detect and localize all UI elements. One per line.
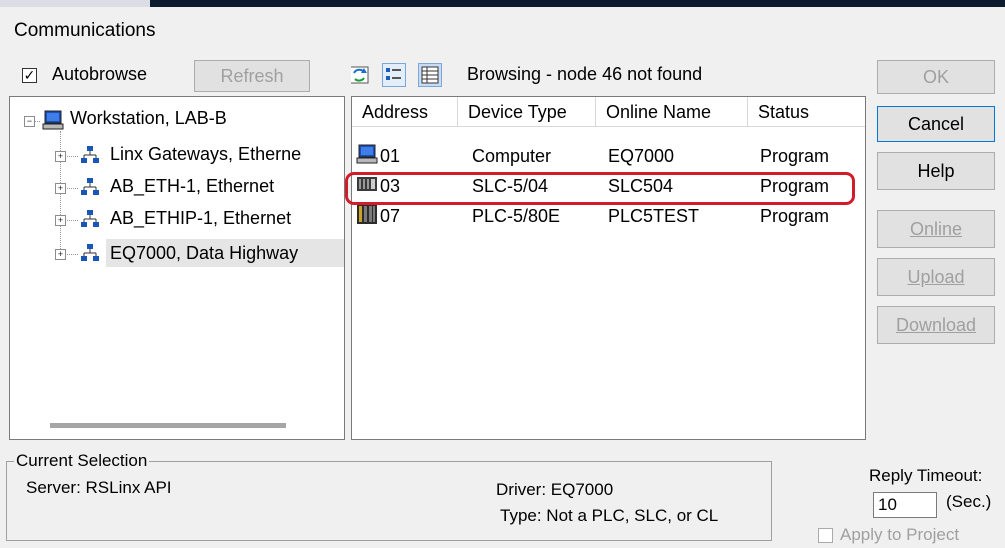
cell-status: Program [760,206,830,226]
tree-expand-toggle[interactable]: + [55,151,66,162]
window-top-edge-light [0,0,150,7]
column-header-status[interactable]: Status [748,97,865,127]
autobrowse-refresh-icon[interactable] [348,63,372,87]
current-selection-legend: Current Selection [14,451,150,471]
column-header-device-type[interactable]: Device Type [458,97,596,127]
network-icon [80,243,100,263]
column-header-online-name[interactable]: Online Name [596,97,748,127]
driver-text: Driver: EQ7000 [496,480,614,499]
list-view-icon[interactable] [382,63,406,87]
apply-to-project-checkbox[interactable] [818,528,833,543]
tree-expand-toggle[interactable]: + [55,215,66,226]
highlight-annotation [345,172,855,205]
tree-item-ab-eth-1[interactable]: AB_ETH-1, Ethernet [110,173,274,199]
reply-timeout-label: Reply Timeout: [869,466,983,485]
download-button-label: Download [895,315,977,335]
download-button[interactable]: Download [877,306,995,344]
cell-address[interactable]: 07 [380,201,400,231]
online-button[interactable]: Online [877,210,995,248]
current-selection-group [6,461,772,541]
server-text: Server: RSLinx API [26,478,172,497]
upload-button[interactable]: Upload [877,258,995,296]
autobrowse-label: Autobrowse [52,64,148,84]
autobrowse-checkbox[interactable]: ✓ [22,68,37,83]
tree-expand-toggle[interactable]: + [55,183,66,194]
cell-online-name: EQ7000 [608,146,675,166]
online-button-label: Online [909,219,963,239]
tree-expand-toggle[interactable]: + [55,249,66,260]
reply-timeout-input[interactable]: 10 [873,492,937,518]
details-view-icon[interactable] [418,63,442,87]
computer-icon [356,143,378,165]
workstation-icon [42,109,64,131]
column-header-address[interactable]: Address [352,97,458,127]
refresh-button[interactable]: Refresh [194,60,310,92]
cell-address[interactable]: 01 [380,141,400,171]
cell-device-type: PLC-5/80E [472,206,561,226]
network-icon [80,177,100,197]
cancel-button[interactable]: Cancel [877,106,995,142]
window-top-edge [0,0,1005,7]
network-tree[interactable]: − Workstation, LAB-B + Linx Gateways, Et… [9,96,345,440]
type-text: Type: Not a PLC, SLC, or CL [500,506,719,525]
help-button[interactable]: Help [877,152,995,190]
tree-hscroll-thumb[interactable] [50,423,286,428]
browse-status-text: Browsing - node 46 not found [467,64,703,84]
plc5-rack-icon [356,203,378,225]
tree-item-ab-ethip-1[interactable]: AB_ETHIP-1, Ethernet [110,205,291,231]
device-list[interactable]: Address Device Type Online Name Status 0… [351,96,866,440]
tree-item-eq7000[interactable]: EQ7000, Data Highway [110,240,298,266]
apply-to-project-label: Apply to Project [840,525,960,544]
ok-button[interactable]: OK [877,60,995,94]
upload-button-label: Upload [907,267,965,287]
cell-online-name: PLC5TEST [608,206,700,226]
cell-status: Program [760,146,830,166]
tree-item-workstation[interactable]: Workstation, LAB-B [70,105,227,131]
cell-device-type: Computer [472,146,552,166]
tree-collapse-toggle[interactable]: − [24,116,35,127]
reply-timeout-unit: (Sec.) [946,492,992,511]
tree-item-linx-gateways[interactable]: Linx Gateways, Etherne [110,141,301,167]
network-icon [80,145,100,165]
network-icon [80,209,100,229]
window-title: Communications [14,20,156,41]
